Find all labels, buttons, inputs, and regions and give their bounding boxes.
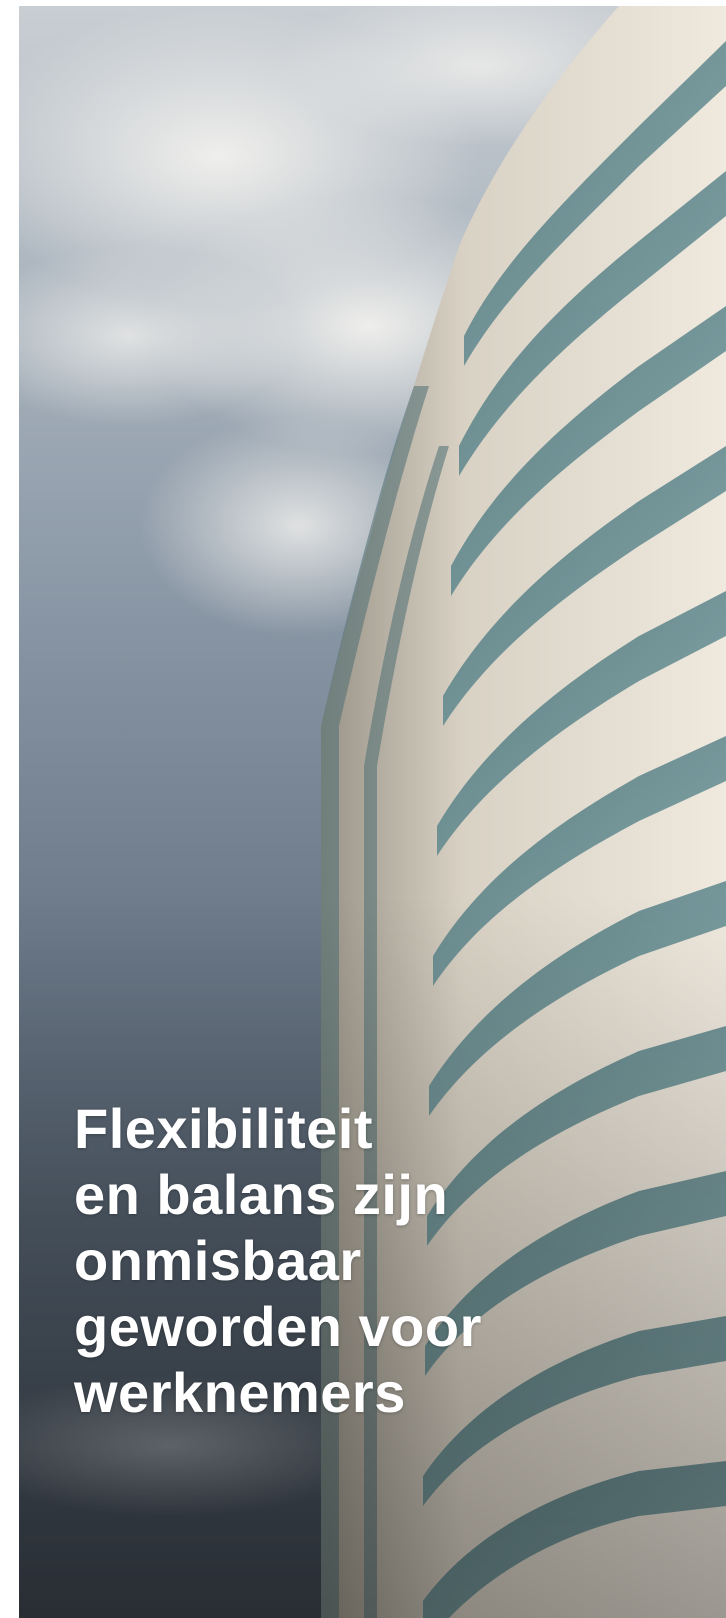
hero-headline: Flexibiliteit en balans zijn onmisbaar g… (74, 1096, 674, 1426)
headline-line-5: werknemers (74, 1361, 406, 1424)
headline-line-1: Flexibiliteit (74, 1097, 373, 1160)
headline-line-3: onmisbaar (74, 1229, 362, 1292)
headline-line-2: en balans zijn (74, 1163, 449, 1226)
hero-banner: Flexibiliteit en balans zijn onmisbaar g… (19, 6, 726, 1618)
headline-line-4: geworden voor (74, 1295, 482, 1358)
